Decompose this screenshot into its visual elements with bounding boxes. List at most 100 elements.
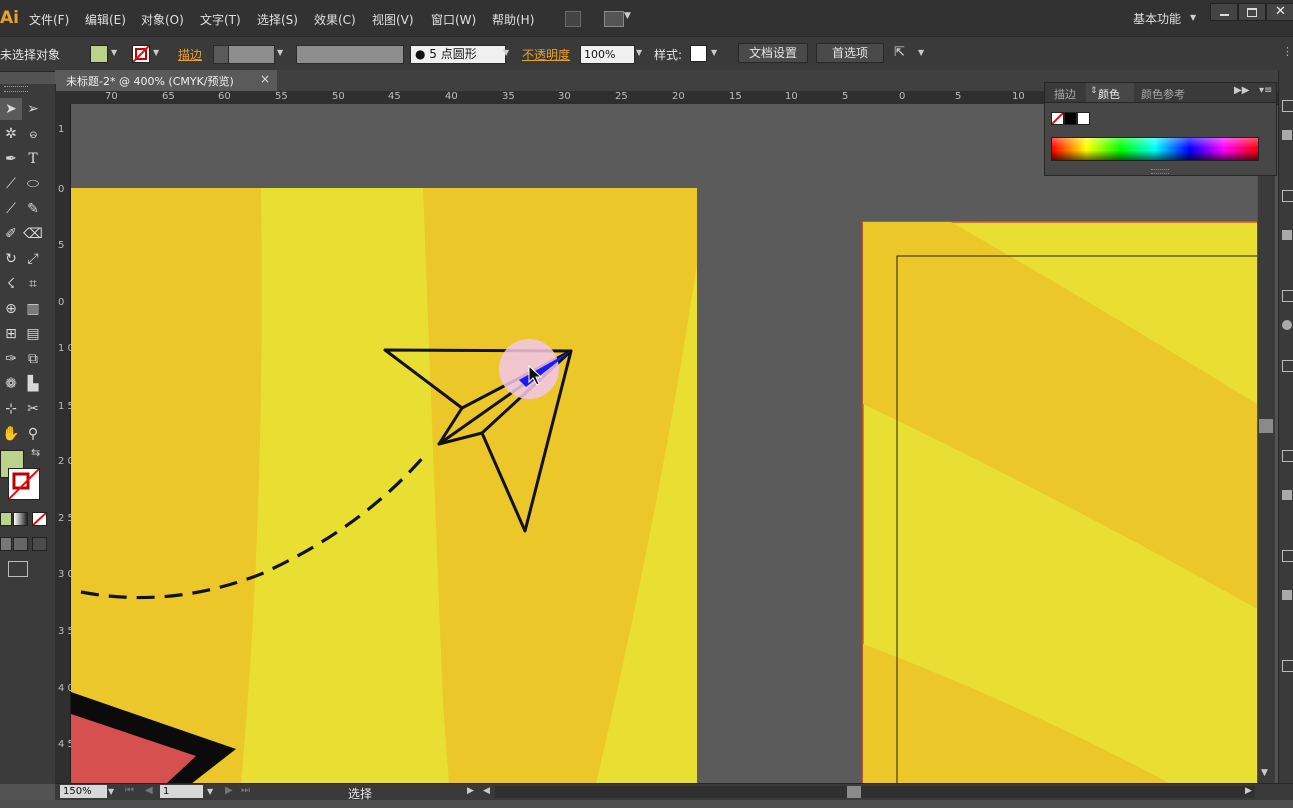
zoom-input[interactable]: 150% (60, 785, 107, 798)
artboard-number-input[interactable]: 1 (160, 785, 203, 798)
panel-icon[interactable] (1282, 660, 1293, 672)
graphic-style-swatch[interactable] (690, 45, 707, 62)
variable-width-profile[interactable] (296, 45, 404, 64)
tab-stroke[interactable]: 描边 (1054, 86, 1076, 102)
symbol-sprayer-icon[interactable]: ❁ (0, 373, 22, 395)
chevron-down-icon[interactable]: ▼ (711, 48, 717, 57)
ellipse-icon[interactable]: ⬭ (22, 173, 44, 195)
first-artboard-icon[interactable]: ⏮ (125, 785, 134, 796)
menu-object[interactable]: 对象(O) (141, 11, 184, 28)
preferences-button[interactable]: 首选项 (816, 43, 884, 63)
menu-select[interactable]: 选择(S) (257, 11, 298, 28)
menu-effect[interactable]: 效果(C) (314, 11, 356, 28)
blob-brush-icon[interactable]: ✐ (0, 223, 22, 245)
arrange-documents-icon[interactable] (604, 11, 624, 27)
panel-icon[interactable] (1282, 230, 1292, 240)
horizontal-scrollbar[interactable] (495, 786, 1255, 798)
menu-help[interactable]: 帮助(H) (492, 11, 534, 28)
direct-selection-icon[interactable]: ➢ (22, 98, 44, 120)
stroke-none-swatch[interactable] (132, 45, 150, 63)
none-swatch[interactable] (1051, 112, 1064, 125)
graph-icon[interactable]: ▥ (22, 298, 44, 320)
canvas-area[interactable] (71, 104, 1257, 784)
chevron-down-icon[interactable]: ▼ (503, 48, 509, 57)
draw-inside-icon[interactable] (32, 537, 47, 551)
selection-tool-icon[interactable]: ➤ (0, 98, 22, 120)
zoom-icon[interactable]: ⚲ (22, 423, 44, 445)
panel-resize-grip[interactable] (1151, 169, 1169, 174)
minimize-button[interactable] (1210, 3, 1238, 21)
chevron-down-icon[interactable]: ▼ (207, 787, 213, 796)
pen-icon[interactable]: ✒ (0, 148, 22, 170)
chevron-down-icon[interactable]: ▼ (636, 48, 642, 57)
next-artboard-icon[interactable]: ▶ (225, 785, 233, 796)
panel-icon[interactable] (1282, 550, 1293, 562)
chevron-down-icon[interactable]: ▼ (624, 11, 631, 21)
close-tab-icon[interactable]: × (260, 72, 270, 86)
document-tab[interactable]: 未标题-2* @ 400% (CMYK/预览) × (55, 70, 277, 91)
line-icon[interactable]: ⟋ (0, 173, 22, 195)
close-window-button[interactable]: ✕ (1266, 3, 1293, 21)
free-transform-icon[interactable]: ⌗ (22, 273, 44, 295)
menu-file[interactable]: 文件(F) (29, 11, 69, 28)
warp-icon[interactable]: ☇ (0, 273, 22, 295)
eraser-icon[interactable]: ⌫ (22, 223, 44, 245)
panel-icon[interactable] (1282, 320, 1292, 330)
chevron-down-icon[interactable]: ▼ (918, 48, 924, 57)
last-artboard-icon[interactable]: ⏭ (241, 785, 250, 796)
magic-wand-icon[interactable]: ✲ (0, 123, 22, 145)
scroll-thumb[interactable] (847, 786, 861, 798)
gradient-mode-icon[interactable] (13, 512, 28, 526)
menu-type[interactable]: 文字(T) (200, 11, 241, 28)
panel-icon[interactable] (1282, 100, 1293, 112)
color-mode-icon[interactable] (0, 512, 12, 526)
blend-icon[interactable]: ⧉ (22, 348, 44, 370)
scale-icon[interactable]: ⤢ (22, 248, 44, 270)
arrange-icon[interactable]: ⇱ (894, 45, 905, 60)
rotate-icon[interactable]: ↻ (0, 248, 22, 270)
mesh-icon[interactable]: ⊞ (0, 323, 22, 345)
stroke-label[interactable]: 描边 (178, 46, 202, 63)
vertical-ruler[interactable]: 1 0 5 0 1 0 1 5 2 0 2 5 3 0 3 5 4 0 4 5 (55, 104, 74, 784)
lasso-icon[interactable]: ဓ (22, 123, 44, 145)
panel-icon[interactable] (1282, 190, 1293, 202)
chevron-down-icon[interactable]: ▼ (277, 48, 283, 57)
white-swatch[interactable] (1077, 112, 1090, 125)
swap-colors-icon[interactable]: ⇆ (31, 446, 40, 459)
draw-behind-icon[interactable] (13, 537, 28, 551)
document-setup-button[interactable]: 文档设置 (738, 43, 808, 63)
pencil-icon[interactable]: ✎ (22, 198, 44, 220)
chevron-down-icon[interactable]: ▼ (108, 787, 114, 796)
vertical-scrollbar[interactable]: ▼ (1258, 104, 1275, 784)
shape-builder-icon[interactable]: ⊕ (0, 298, 22, 320)
draw-normal-icon[interactable] (0, 537, 12, 551)
workspace-switcher[interactable]: 基本功能 (1133, 10, 1181, 27)
panel-menu-icon[interactable]: ▾≡ (1259, 85, 1272, 96)
screen-mode-icon[interactable] (8, 561, 28, 577)
type-icon[interactable]: T (22, 148, 44, 170)
tab-color-guide[interactable]: 颜色参考 (1141, 86, 1185, 102)
chevron-down-icon[interactable]: ▼ (1190, 13, 1196, 22)
status-menu-icon[interactable]: ▶ (467, 786, 474, 796)
column-graph-icon[interactable]: ▙ (22, 373, 44, 395)
menu-view[interactable]: 视图(V) (372, 11, 414, 28)
scroll-right-icon[interactable]: ▶ (1245, 786, 1252, 796)
scroll-down-icon[interactable]: ▼ (1261, 768, 1268, 778)
gradient-icon[interactable]: ▤ (22, 323, 44, 345)
artboard-icon[interactable]: ⊹ (0, 398, 22, 420)
artboard-left[interactable] (71, 188, 697, 784)
hand-icon[interactable]: ✋ (0, 423, 22, 445)
menu-window[interactable]: 窗口(W) (431, 11, 476, 28)
chevron-down-icon[interactable]: ▼ (111, 48, 117, 57)
brush-icon[interactable]: ⟋ (0, 198, 22, 220)
maximize-button[interactable] (1238, 3, 1266, 21)
stroke-color-box[interactable] (8, 468, 40, 500)
stroke-weight-input[interactable] (228, 45, 275, 64)
panel-icon[interactable] (1282, 130, 1292, 140)
none-mode-icon[interactable] (32, 512, 47, 526)
tab-color[interactable]: ⇕ 颜色 (1086, 83, 1134, 102)
previous-artboard-icon[interactable]: ◀ (145, 785, 153, 796)
scroll-left-icon[interactable]: ◀ (483, 786, 490, 796)
color-spectrum[interactable] (1051, 137, 1259, 161)
fill-color-swatch[interactable] (90, 45, 108, 63)
